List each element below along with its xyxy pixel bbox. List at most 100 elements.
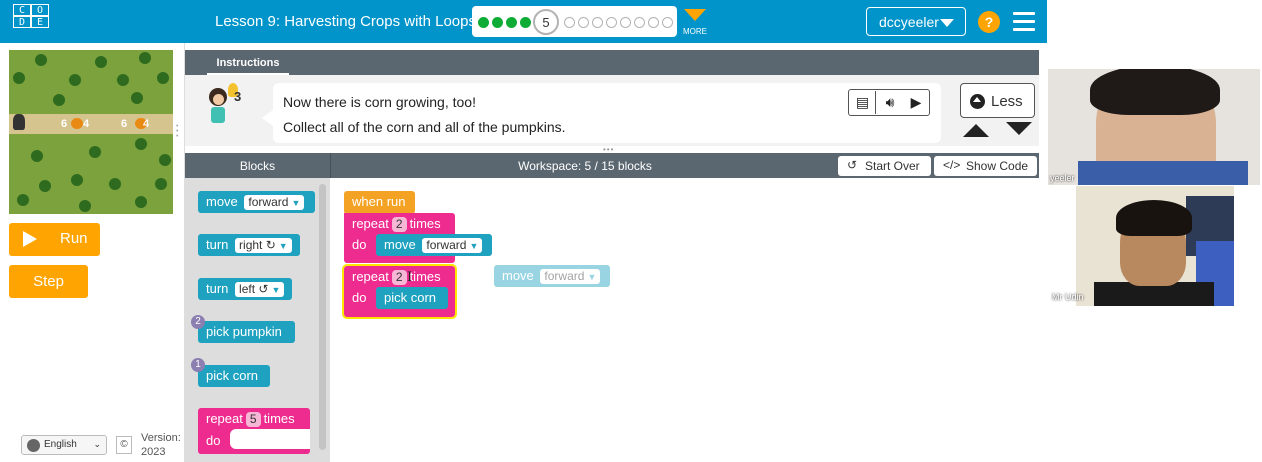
run-button[interactable]: Run <box>9 223 100 256</box>
tree-icon <box>131 92 143 104</box>
direction-dropdown[interactable]: forward ▼ <box>540 269 601 284</box>
participant-name: yeeler <box>1050 173 1075 183</box>
text-to-speech-controls: ▤ 🔊︎ ▶ <box>848 89 930 116</box>
repeat-count-field[interactable]: 2 <box>391 217 407 232</box>
chevron-down-icon <box>684 9 706 21</box>
level-dot-incomplete[interactable] <box>578 17 589 28</box>
tree-icon <box>71 174 83 186</box>
play-icon[interactable]: ▶ <box>903 91 929 114</box>
tree-icon <box>135 138 147 150</box>
instruction-line-2: Collect all of the corn and all of the p… <box>283 119 566 135</box>
turn-dropdown[interactable]: right ↻ ▼ <box>235 238 292 253</box>
tab-instructions[interactable]: Instructions <box>207 55 289 76</box>
tree-icon <box>109 178 121 190</box>
dropdown-arrow-icon: ▼ <box>469 241 479 251</box>
logo-letter: E <box>31 16 49 28</box>
turn-dropdown[interactable]: left ↺ ▼ <box>235 282 285 297</box>
text-cursor-icon: I <box>407 270 413 285</box>
lesson-title[interactable]: Lesson 9: Harvesting Crops with Loops <box>215 13 476 30</box>
tree-icon <box>117 74 129 86</box>
step-button[interactable]: Step <box>9 265 88 298</box>
block-label: move <box>384 237 416 252</box>
toolbox-move-block[interactable]: move forward ▼ <box>198 191 315 213</box>
direction-dropdown[interactable]: forward ▼ <box>422 238 483 253</box>
tree-icon <box>95 56 107 68</box>
level-dot-incomplete[interactable] <box>662 17 673 28</box>
toolbox-pick-corn-block[interactable]: pick corn <box>198 365 270 387</box>
less-button[interactable]: Less <box>960 83 1035 118</box>
repeat-count-field[interactable]: 5 <box>245 412 261 427</box>
language-select[interactable]: English ⌄ <box>21 435 107 455</box>
version-text: Version: 2023 <box>141 431 181 459</box>
more-button[interactable]: MORE <box>681 9 709 36</box>
direction-dropdown[interactable]: forward ▼ <box>244 195 305 210</box>
panel-separator <box>1039 43 1047 462</box>
toolbox-repeat-block[interactable]: repeat 5 times do <box>198 408 310 454</box>
toolbox-turn-left-block[interactable]: turn left ↺ ▼ <box>198 278 292 300</box>
toolbox-turn-right-block[interactable]: turn right ↻ ▼ <box>198 234 300 256</box>
tree-icon <box>139 52 151 64</box>
code-logo[interactable]: C O D E <box>13 4 49 40</box>
tree-icon <box>31 150 43 162</box>
dropdown-arrow-icon: ▼ <box>278 241 288 251</box>
scroll-down-icon[interactable] <box>1006 122 1032 135</box>
play-icon <box>23 231 37 247</box>
toolbox-scrollbar[interactable] <box>319 184 326 450</box>
dragging-move-block[interactable]: move forward ▼ <box>494 265 610 287</box>
logo-letter: D <box>13 16 31 28</box>
pumpkin-icon <box>71 118 83 129</box>
copyright-button[interactable]: © <box>116 436 132 454</box>
level-dot-complete[interactable] <box>478 17 489 28</box>
block-count-badge: 2 <box>191 315 205 329</box>
level-dot-complete[interactable] <box>506 17 517 28</box>
collapse-icon <box>970 94 985 109</box>
do-label: do <box>352 237 367 252</box>
tree-icon <box>89 146 101 158</box>
instructions-resize-handle[interactable]: ••• <box>603 145 621 154</box>
globe-icon <box>27 439 40 452</box>
tree-icon <box>155 178 167 190</box>
show-code-button[interactable]: </> Show Code <box>934 156 1037 176</box>
scroll-up-icon[interactable] <box>963 124 989 137</box>
level-dot-incomplete[interactable] <box>564 17 575 28</box>
hamburger-menu-icon[interactable] <box>1013 12 1035 36</box>
dropdown-arrow-icon: ▼ <box>587 272 597 282</box>
repeat-count-field[interactable]: 2 <box>391 270 407 285</box>
read-text-icon[interactable]: ▤ <box>850 91 876 114</box>
level-dot-incomplete[interactable] <box>634 17 645 28</box>
logo-letter: C <box>13 4 31 16</box>
logo-letter: O <box>31 4 49 16</box>
user-menu-button[interactable]: dccyeeler <box>866 7 966 36</box>
block-label: turn <box>206 281 229 296</box>
caret-down-icon <box>940 19 954 27</box>
level-dot-current[interactable]: 5 <box>533 9 559 35</box>
video-tile-host[interactable] <box>1076 186 1234 306</box>
video-tile-participant[interactable]: yeeler <box>1048 69 1260 185</box>
toolbox-pick-pumpkin-block[interactable]: pick pumpkin <box>198 321 295 343</box>
do-label: do <box>352 290 367 305</box>
level-dot-incomplete[interactable] <box>648 17 659 28</box>
maze-visualization: 6 4 6 4 <box>9 50 173 214</box>
dropdown-value: forward <box>248 195 289 209</box>
start-over-button[interactable]: ↺ Start Over <box>838 156 931 176</box>
level-dot-complete[interactable] <box>520 17 531 28</box>
speaker-icon[interactable]: 🔊︎ <box>877 91 903 114</box>
dropdown-value: right ↻ <box>239 238 276 252</box>
block-label: times <box>409 269 441 284</box>
dropdown-value: left ↺ <box>239 282 269 296</box>
resize-handle[interactable]: • • • <box>176 123 178 140</box>
tree-icon <box>17 194 29 206</box>
tree-icon <box>135 196 147 208</box>
level-dot-incomplete[interactable] <box>592 17 603 28</box>
farmer-character <box>13 114 25 130</box>
level-dot-complete[interactable] <box>492 17 503 28</box>
help-icon[interactable]: ? <box>978 11 1000 33</box>
level-dot-incomplete[interactable] <box>620 17 631 28</box>
pick-corn-block[interactable]: pick corn <box>376 287 448 309</box>
level-dot-incomplete[interactable] <box>606 17 617 28</box>
instruction-line-1: Now there is corn growing, too! <box>283 94 476 110</box>
when-run-block[interactable]: when run <box>344 191 415 214</box>
maze-count-label: 4 <box>83 118 90 130</box>
move-block[interactable]: move forward ▼ <box>376 234 492 256</box>
participant-video <box>1078 161 1248 185</box>
